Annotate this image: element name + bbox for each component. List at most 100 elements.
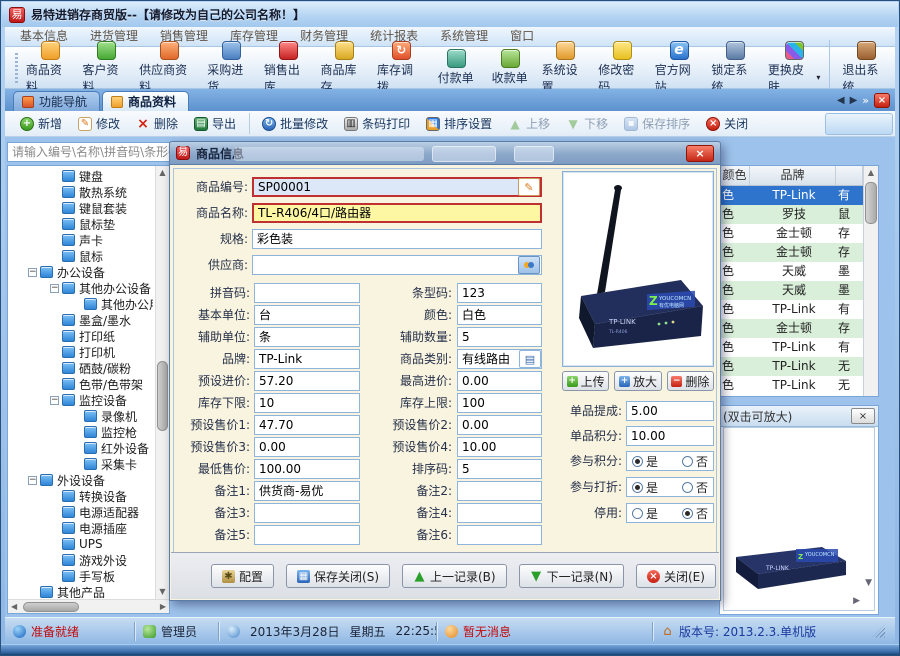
resize-grip[interactable] bbox=[872, 625, 885, 638]
action-button[interactable]: × 关闭 bbox=[699, 113, 755, 134]
field-input[interactable]: 10.00 bbox=[626, 426, 714, 446]
column-color[interactable]: 颜色 bbox=[720, 166, 750, 185]
field-input[interactable]: 条 bbox=[254, 327, 360, 347]
table-header[interactable]: 颜色 品牌 bbox=[720, 166, 863, 186]
table-row[interactable]: 色 TP-Link 有 bbox=[720, 300, 863, 319]
tree-item[interactable]: 散热系统 bbox=[10, 184, 153, 200]
toolbar-button[interactable]: 修改密码 bbox=[594, 40, 651, 96]
radio-icon[interactable] bbox=[682, 456, 693, 467]
tree-item[interactable]: 办公设备 bbox=[10, 264, 153, 280]
tree-vertical-scrollbar[interactable]: ▲ ▼ bbox=[155, 166, 169, 599]
tree-item[interactable]: 监控枪 bbox=[10, 424, 153, 440]
dialog-button[interactable]: ▲ 上一记录(B) bbox=[402, 564, 507, 588]
column-brand[interactable]: 品牌 bbox=[750, 166, 836, 185]
toolbar-button[interactable]: 商品资料 bbox=[22, 40, 79, 96]
edit-code-icon[interactable]: ✎ bbox=[518, 178, 540, 196]
table-row[interactable]: 色 罗技 鼠 bbox=[720, 205, 863, 224]
scroll-down-icon[interactable]: ▼ bbox=[156, 585, 169, 599]
dialog-button[interactable]: × 关闭(E) bbox=[636, 564, 716, 588]
radio-icon[interactable] bbox=[682, 508, 693, 519]
tree-item[interactable]: 其他产品 bbox=[10, 584, 153, 598]
action-button[interactable]: ▥ 条码打印 bbox=[337, 113, 417, 134]
radio-option-no[interactable]: 否 bbox=[682, 453, 708, 470]
tab[interactable]: 功能导航 bbox=[13, 91, 100, 111]
tree-expander-icon[interactable] bbox=[28, 476, 37, 485]
tree-item[interactable]: 打印机 bbox=[10, 344, 153, 360]
tree-expander-icon[interactable] bbox=[28, 268, 37, 277]
table-row[interactable]: 色 TP-Link 有 bbox=[720, 186, 863, 205]
toolbar-button[interactable]: 付款单 bbox=[430, 48, 484, 87]
tree-item[interactable]: 游戏外设 bbox=[10, 552, 153, 568]
scroll-right-icon[interactable]: ▶ bbox=[160, 602, 166, 611]
action-button[interactable]: × 删除 bbox=[129, 113, 185, 134]
tree-item[interactable]: 其他办公设备 bbox=[10, 280, 153, 296]
title-bar[interactable]: 易 易特进销存商贸版--【请修改为自己的公司名称！】 bbox=[2, 2, 898, 27]
radio-option-yes[interactable]: 是 bbox=[632, 505, 658, 522]
dialog-button[interactable]: ▦ 保存关闭(S) bbox=[286, 564, 390, 588]
tree-item[interactable]: UPS bbox=[10, 536, 153, 552]
preview-close-icon[interactable]: × bbox=[851, 408, 875, 424]
field-input[interactable]: TP-Link bbox=[254, 349, 360, 369]
tree-horizontal-scrollbar[interactable]: ◀ ▶ bbox=[8, 599, 169, 613]
field-input[interactable]: 5.00 bbox=[626, 401, 714, 421]
action-button[interactable]: + 新增 bbox=[13, 113, 69, 134]
field-input[interactable]: 白色 bbox=[457, 305, 542, 325]
image-action-button[interactable]: + 上传 bbox=[562, 371, 609, 391]
toolbar-button[interactable]: 锁定系统 bbox=[707, 40, 764, 96]
tree-item[interactable]: 鼠标 bbox=[10, 248, 153, 264]
field-input[interactable] bbox=[254, 525, 360, 545]
field-input[interactable]: 彩色装 bbox=[252, 229, 542, 249]
tree-item[interactable]: 键鼠套装 bbox=[10, 200, 153, 216]
toolbar-button[interactable]: 商品库存 bbox=[316, 40, 373, 96]
tree-item[interactable]: 电源适配器 bbox=[10, 504, 153, 520]
column-partial[interactable] bbox=[836, 166, 863, 185]
tree-item[interactable]: 声卡 bbox=[10, 232, 153, 248]
preview-image[interactable]: TP-LINK Z YOUCOMCN ▼ ▶ bbox=[723, 427, 875, 611]
menu-item[interactable]: 系统管理 bbox=[429, 27, 499, 46]
toolbar-button[interactable]: 供应商资料 bbox=[135, 40, 203, 96]
action-button[interactable]: ✎ 修改 bbox=[71, 113, 127, 134]
toolbar-button[interactable]: 系统设置 bbox=[538, 40, 595, 96]
tree-item[interactable]: 红外设备 bbox=[10, 440, 153, 456]
tab-scroll-right-icon[interactable]: ▶ bbox=[850, 95, 858, 106]
tree-expander-icon[interactable] bbox=[50, 284, 59, 293]
radio-option-no[interactable]: 否 bbox=[682, 479, 708, 496]
field-input[interactable] bbox=[254, 283, 360, 303]
tree-item[interactable]: 鼠标垫 bbox=[10, 216, 153, 232]
dialog-close-icon[interactable]: × bbox=[686, 145, 714, 162]
field-input[interactable]: 5 bbox=[457, 327, 542, 347]
dialog-title-bar[interactable]: 易 商品信息 × bbox=[169, 141, 721, 165]
tree-item[interactable]: 录像机 bbox=[10, 408, 153, 424]
scroll-up-icon[interactable]: ▲ bbox=[156, 166, 169, 180]
toolbar-button[interactable]: 收款单 bbox=[484, 48, 538, 87]
tree-item[interactable]: 外设设备 bbox=[10, 472, 153, 488]
toolbar-button[interactable]: 销售出库 bbox=[260, 40, 317, 96]
pick-supplier-icon[interactable] bbox=[518, 256, 540, 274]
scrollbar-thumb[interactable] bbox=[157, 361, 168, 431]
scroll-right-icon[interactable]: ▶ bbox=[853, 596, 860, 606]
field-input[interactable]: 台 bbox=[254, 305, 360, 325]
radio-icon[interactable] bbox=[632, 482, 643, 493]
table-row[interactable]: 色 金士顿 存 bbox=[720, 319, 863, 338]
tree-item[interactable]: 采集卡 bbox=[10, 456, 153, 472]
tab[interactable]: 商品资料 bbox=[102, 91, 189, 111]
field-input[interactable] bbox=[252, 255, 542, 275]
toolbar-button[interactable]: 退出系统 bbox=[829, 40, 895, 96]
action-button[interactable]: ▦ 排序设置 bbox=[419, 113, 499, 134]
toolbar-button[interactable]: e 官方网站 bbox=[651, 40, 708, 96]
category-search-input[interactable]: 请输入编号\名称\拼音码\条形码 bbox=[7, 142, 170, 162]
toolbar-button[interactable]: ↻ 库存调拨 bbox=[373, 40, 430, 96]
scroll-down-icon[interactable]: ▼ bbox=[865, 578, 872, 588]
table-row[interactable]: 色 金士顿 存 bbox=[720, 243, 863, 262]
image-action-button[interactable]: − 删除 bbox=[667, 371, 714, 391]
scrollbar-thumb[interactable] bbox=[23, 602, 79, 612]
radio-icon[interactable] bbox=[632, 456, 643, 467]
field-input[interactable]: TL-R406/4口/路由器 bbox=[252, 203, 542, 223]
tab-close-icon[interactable]: × bbox=[874, 93, 890, 108]
product-image-frame[interactable]: TP-LINK TL-R406 Z YOUCOMCN 有优电脑网 bbox=[562, 171, 714, 367]
dialog-button[interactable]: ✱ 配置 bbox=[211, 564, 274, 588]
table-row[interactable]: 色 TP-Link 有 bbox=[720, 338, 863, 357]
toolbar-button[interactable]: 更换皮肤 ▾ bbox=[764, 40, 824, 96]
action-button[interactable]: ▪ 保存排序 bbox=[617, 113, 697, 134]
tree-item[interactable]: 转换设备 bbox=[10, 488, 153, 504]
